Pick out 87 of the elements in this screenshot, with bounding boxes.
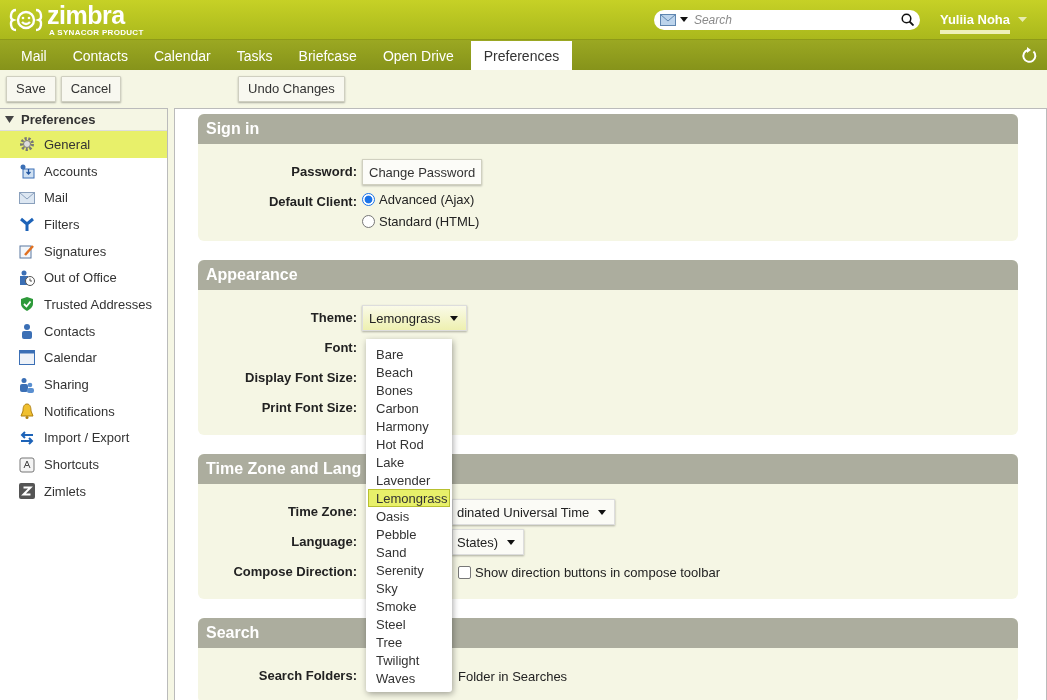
radio-button[interactable] bbox=[362, 193, 375, 206]
sidebar-title: Preferences bbox=[21, 112, 96, 127]
person-icon bbox=[20, 323, 33, 340]
field-label: Compose Direction: bbox=[232, 563, 357, 579]
caret-icon[interactable] bbox=[679, 17, 688, 22]
menu-item[interactable]: Sky bbox=[368, 579, 450, 597]
sidebar-item[interactable]: Import / Export bbox=[0, 424, 167, 452]
search-field[interactable]: Search bbox=[653, 9, 920, 30]
field-label: Theme: bbox=[309, 309, 357, 325]
sidebar-item[interactable]: Zimlets bbox=[0, 477, 167, 505]
menu-item[interactable]: Steel bbox=[368, 615, 450, 633]
field-label: Print Font Size: bbox=[260, 399, 357, 415]
sidebar-item[interactable]: Out of Office bbox=[0, 264, 167, 292]
option-text: Folder in Searches bbox=[458, 668, 568, 684]
field-label: Default Client: bbox=[267, 193, 357, 209]
envelope-icon[interactable] bbox=[659, 13, 676, 26]
field-label: Font: bbox=[323, 339, 357, 355]
gear-icon bbox=[18, 136, 35, 153]
field-label: Password: bbox=[290, 163, 357, 179]
menu-item[interactable]: Waves bbox=[368, 669, 450, 687]
sidebar-item[interactable]: Filters bbox=[0, 211, 167, 238]
field-label: Display Font Size: bbox=[244, 369, 357, 385]
sidebar-item[interactable]: Contacts bbox=[0, 317, 167, 345]
toolbar-button[interactable]: Undo Changes bbox=[238, 75, 345, 102]
menu-item[interactable]: Smoke bbox=[368, 597, 450, 615]
caret-icon bbox=[598, 509, 607, 515]
envelope-icon bbox=[18, 191, 35, 204]
menu-item[interactable]: Beach bbox=[368, 363, 450, 381]
pen-paper-icon bbox=[18, 243, 35, 260]
zimlet-icon bbox=[18, 483, 35, 500]
menu-item[interactable]: Tree bbox=[368, 633, 450, 651]
logo-tagline: A SYNACOR PRODUCT bbox=[49, 28, 144, 37]
sidebar-item[interactable]: General bbox=[0, 131, 167, 158]
radio-label[interactable]: Standard (HTML) bbox=[379, 214, 480, 229]
menu-item[interactable]: Twilight bbox=[368, 651, 450, 669]
menu-item[interactable]: Serenity bbox=[368, 561, 450, 579]
caret-icon bbox=[449, 315, 458, 321]
checkbox-label[interactable]: Show direction buttons in compose toolbar bbox=[475, 564, 720, 580]
sidebar-item[interactable]: Signatures bbox=[0, 237, 167, 265]
sidebar-item[interactable]: Trusted Addresses bbox=[0, 291, 167, 318]
accounts-icon bbox=[18, 163, 35, 180]
change-password-button[interactable]: Change Password bbox=[362, 159, 483, 185]
sidebar-item[interactable]: Mail bbox=[0, 184, 167, 212]
field-label: Search Folders: bbox=[257, 667, 357, 683]
dropdown[interactable]: Lemongrass bbox=[362, 305, 467, 331]
refresh-icon[interactable] bbox=[1021, 47, 1037, 64]
menu-item[interactable]: Carbon bbox=[368, 399, 450, 417]
sidebar-item[interactable]: Shortcuts bbox=[0, 451, 167, 478]
filter-icon bbox=[18, 216, 35, 233]
radio-button[interactable] bbox=[362, 215, 375, 228]
people-icon bbox=[18, 376, 35, 393]
collapse-icon[interactable] bbox=[5, 115, 14, 124]
menu-item[interactable]: Harmony bbox=[368, 417, 450, 435]
menu-item[interactable]: Sand bbox=[368, 543, 450, 561]
sidebar-item[interactable]: Notifications bbox=[0, 397, 167, 425]
sidebar-item[interactable]: Sharing bbox=[0, 371, 167, 398]
clock-person-icon bbox=[18, 269, 35, 286]
caret-icon bbox=[507, 539, 516, 545]
menu-item[interactable]: Lavender bbox=[368, 471, 450, 489]
menu-item[interactable]: Pebble bbox=[368, 525, 450, 543]
menu-item[interactable]: Hot Rod bbox=[368, 435, 450, 453]
nav-tab[interactable]: Preferences bbox=[470, 41, 573, 70]
arrows-icon bbox=[18, 429, 35, 446]
search-icon[interactable] bbox=[900, 13, 914, 26]
key-icon bbox=[18, 456, 35, 473]
calendar-icon bbox=[18, 350, 35, 366]
bell-icon bbox=[19, 403, 34, 420]
menu-item[interactable]: Bare bbox=[368, 345, 450, 363]
field-label: Language: bbox=[290, 533, 357, 549]
sidebar-item[interactable]: Accounts bbox=[0, 157, 167, 185]
logo-text: zimbra bbox=[47, 2, 127, 28]
field-label: Time Zone: bbox=[286, 503, 357, 519]
dropdown[interactable]: dinated Universal Time bbox=[452, 499, 616, 525]
section-title: Appearance bbox=[198, 260, 1018, 290]
dropdown[interactable]: States) bbox=[452, 529, 525, 555]
radio-label[interactable]: Advanced (Ajax) bbox=[379, 192, 475, 207]
menu-item[interactable]: Oasis bbox=[368, 507, 450, 525]
menu-item[interactable]: Lake bbox=[368, 453, 450, 471]
logo-icon bbox=[8, 6, 44, 33]
toolbar-button[interactable]: Save bbox=[6, 75, 56, 102]
shield-check-icon bbox=[18, 296, 35, 313]
toolbar-button[interactable]: Cancel bbox=[60, 75, 122, 102]
checkbox[interactable] bbox=[458, 565, 471, 579]
sidebar-item[interactable]: Calendar bbox=[0, 344, 167, 372]
section-title: Sign in bbox=[198, 114, 1018, 144]
menu-item[interactable]: Lemongrass bbox=[368, 489, 450, 507]
menu-item[interactable]: Bones bbox=[368, 381, 450, 399]
